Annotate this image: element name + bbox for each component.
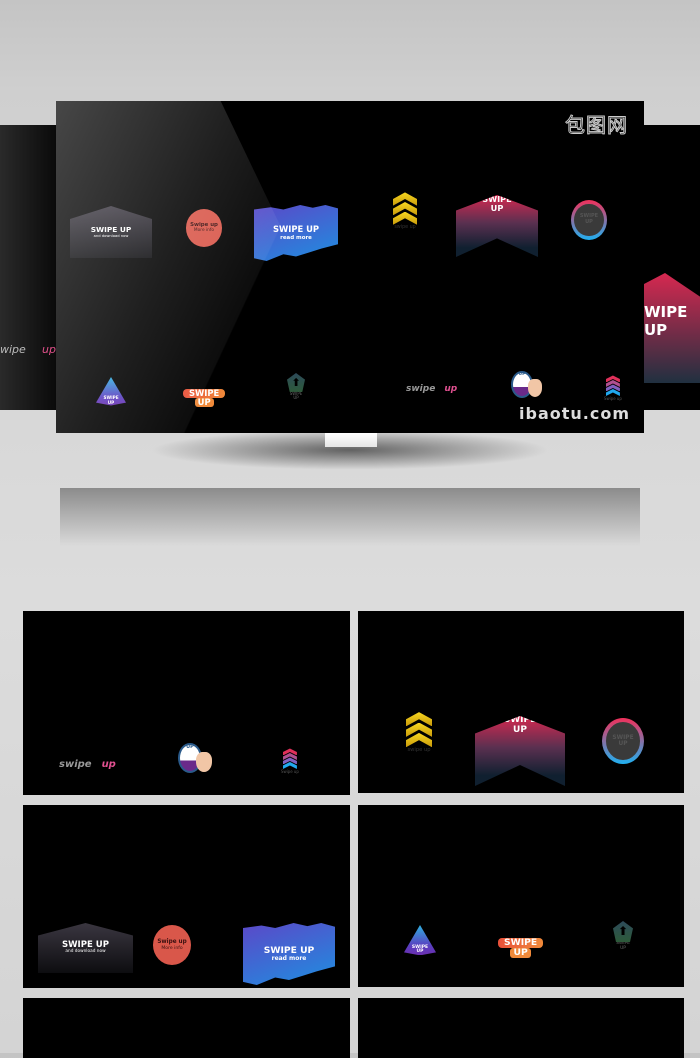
- sticker-text: UP: [416, 949, 424, 955]
- sticker-text: swipe: [406, 384, 436, 394]
- swipe-up-triangle-sticker: SWIPE UP: [96, 377, 126, 406]
- sticker-text: UP: [197, 397, 211, 408]
- swipe-up-triangle-sticker: SWIPE UP: [404, 925, 436, 956]
- swipe-up-splash-sticker: SWIPE UP read more: [243, 923, 335, 985]
- arrow-up-icon: ⬆: [291, 375, 301, 389]
- hand-tap-icon: UP: [178, 743, 212, 773]
- sticker-text: UP: [186, 744, 194, 750]
- sticker-text: More info: [193, 227, 215, 233]
- sticker-text: swipe: [59, 759, 92, 770]
- sticker-text: and download now: [65, 949, 106, 955]
- sticker-text: UP: [513, 724, 527, 735]
- thumbnail-4[interactable]: SWIPE UP SWIPE UP ⬆ SWIPE UP: [358, 805, 684, 987]
- sticker-text: SWIPE UP: [289, 390, 303, 401]
- ghost-right-line2: UP: [644, 321, 668, 339]
- screen-reflection: [60, 488, 640, 546]
- sticker-slot: Swipe up: [281, 748, 299, 774]
- yellow-chevron-icon: swipe up: [406, 712, 432, 754]
- sticker-text: read more: [271, 954, 307, 962]
- sticker-text: UP: [513, 947, 528, 959]
- sticker-text: SWIPE UP: [90, 224, 132, 234]
- ghost-right-arrow: WIPE UP: [644, 273, 700, 383]
- sticker-text: swipe up: [394, 224, 416, 230]
- brand-logo: 包图网: [565, 113, 628, 138]
- swipe-up-arrow-hexagon-sticker: SWIPE UP: [475, 716, 565, 786]
- swipe-up-text-sticker: swipe up: [406, 384, 458, 395]
- sticker-slot: swipe up: [393, 192, 417, 230]
- arrow-up-icon: ⬆: [617, 923, 629, 938]
- ghost-screen-right: WIPE UP: [644, 125, 700, 410]
- sticker-text: UP: [490, 203, 504, 214]
- swipe-up-text-sticker: swipe up: [59, 759, 116, 770]
- swipe-up-pill-sticker: SWIPE UP: [498, 937, 544, 959]
- thumbnail-5[interactable]: [23, 998, 350, 1058]
- thumbnail-2[interactable]: swipe up SWIPE UP SWIPE UP: [358, 611, 684, 793]
- sticker-text: SWIPE UP: [272, 224, 320, 235]
- swipe-up-hexagon-sticker: SWIPE UP and download now: [38, 923, 133, 973]
- swipe-up-hexagon-sticker: SWIPE UP and download now: [70, 206, 152, 258]
- screen-glare: [56, 101, 380, 433]
- sticker-text: Swipe up: [604, 395, 622, 401]
- sticker-text: read more: [280, 234, 312, 241]
- sticker-text: up: [444, 384, 458, 394]
- swipe-up-ring-sticker: SWIPE UP: [602, 718, 644, 765]
- swipe-up-circle-sticker: Swipe up More info: [153, 925, 191, 965]
- sticker-text: SWIPE UP: [616, 941, 630, 951]
- sticker-slot: swipe up: [406, 712, 432, 754]
- swipe-up-pentagon-sticker: ⬆ SWIPE UP: [613, 921, 633, 952]
- stacked-chevron-icon: Swipe up: [604, 375, 622, 401]
- swipe-up-pentagon-sticker: ⬆ SWIPE UP: [287, 373, 305, 401]
- thumbnail-6[interactable]: [358, 998, 684, 1058]
- swipe-up-splash-sticker: SWIPE UP read more: [254, 205, 338, 261]
- sticker-text: UP: [585, 218, 593, 225]
- ghost-right-line1: WIPE: [644, 303, 688, 321]
- sticker-slot: Swipe up: [604, 375, 622, 401]
- swipe-up-circle-sticker: Swipe up More info: [186, 209, 222, 247]
- ghost-left-text: wipe: [0, 343, 26, 356]
- watermark-text: ibaotu.com: [519, 404, 630, 423]
- swipe-up-ring-sticker: SWIPE UP: [571, 200, 607, 240]
- sticker-text: Swipe up: [281, 768, 299, 774]
- sticker-text: UP: [107, 399, 115, 405]
- sticker-text: UP: [518, 372, 526, 377]
- sticker-text: up: [101, 759, 116, 770]
- screen-stand: [325, 433, 377, 447]
- swipe-up-pill-sticker: SWIPE UP: [183, 388, 226, 408]
- swipe-up-arrow-hexagon-sticker: SWIPE UP: [456, 195, 538, 257]
- hand-tap-icon: UP: [511, 371, 542, 399]
- ghost-left-up: up: [42, 343, 56, 356]
- ghost-screen-left: wipe up: [0, 125, 56, 410]
- thumbnail-1[interactable]: swipe up UP Swipe up: [23, 611, 350, 795]
- yellow-chevron-icon: swipe up: [393, 192, 417, 230]
- stacked-chevron-icon: Swipe up: [281, 748, 299, 774]
- sticker-text: UP: [618, 741, 628, 748]
- sticker-text: More info: [161, 945, 183, 951]
- sticker-text: and download now: [93, 234, 129, 239]
- sticker-text: swipe up: [407, 747, 431, 754]
- main-preview-screen: 包图网 ibaotu.com SWIPE UP and download now S…: [56, 101, 644, 433]
- thumbnail-3[interactable]: SWIPE UP and download now Swipe up More inf…: [23, 805, 350, 988]
